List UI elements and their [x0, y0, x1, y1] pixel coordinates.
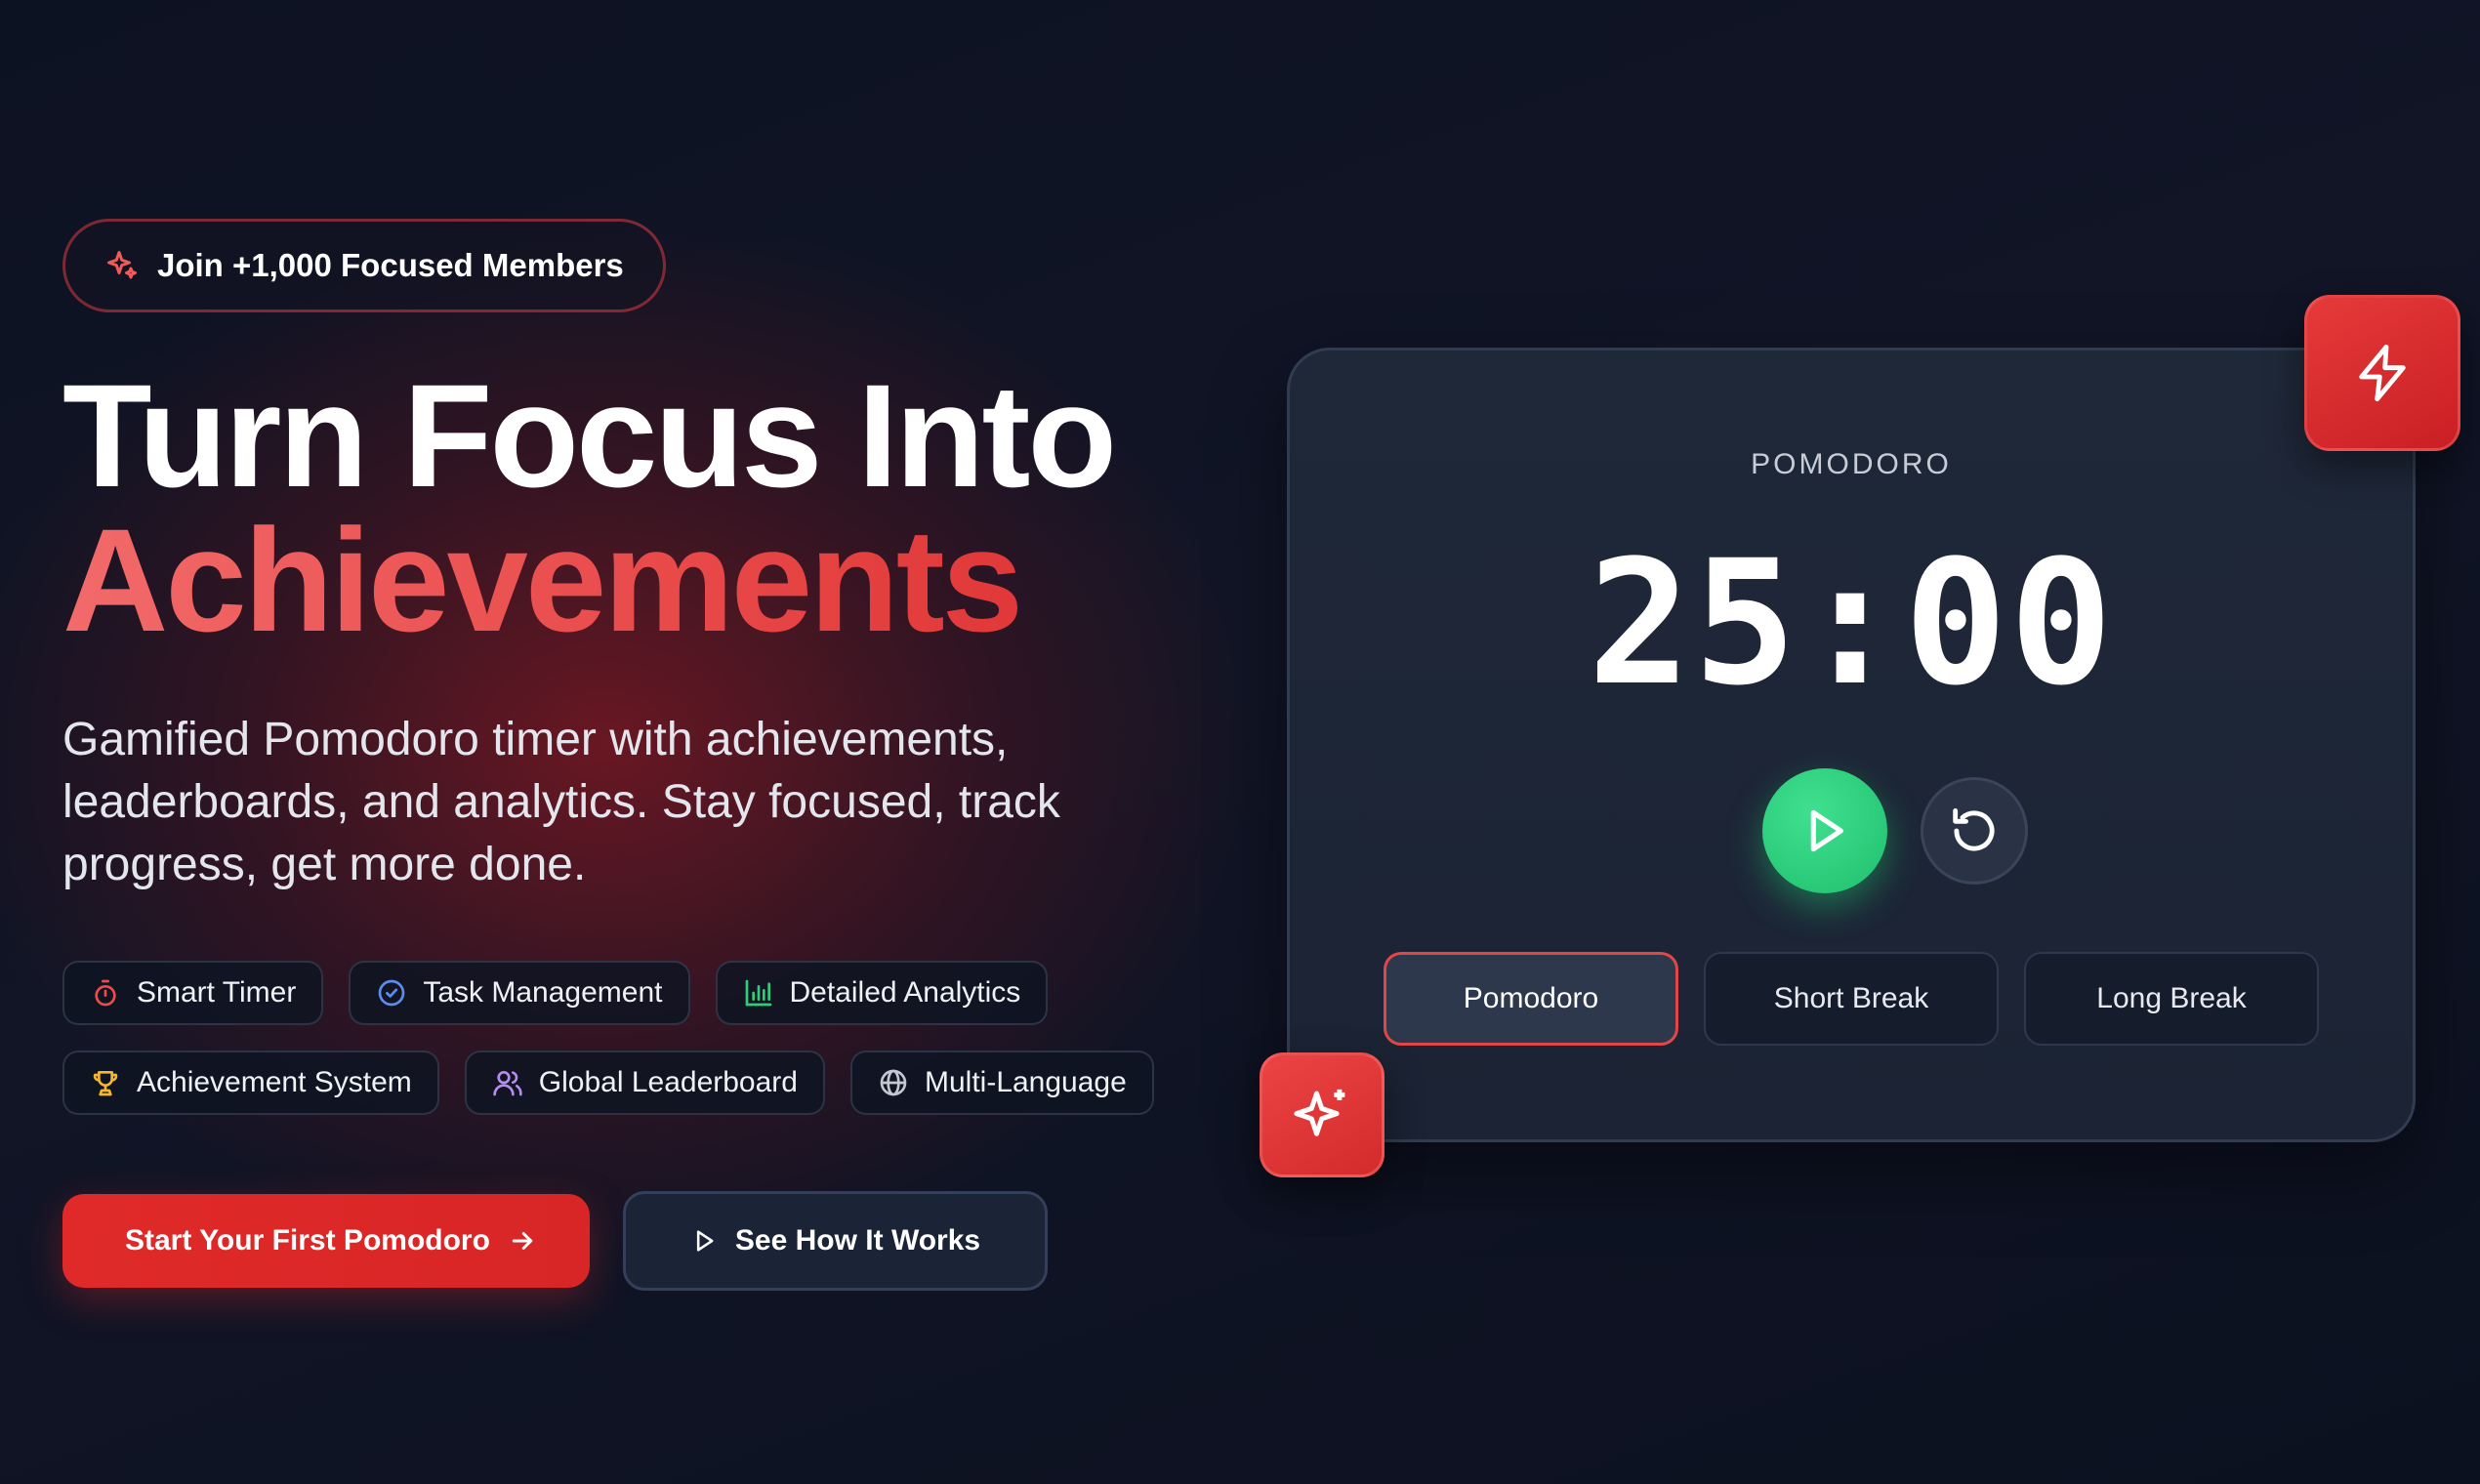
members-badge-label: Join +1,000 Focused Members	[157, 247, 624, 283]
feature-chip-multi-language: Multi-Language	[849, 1051, 1154, 1115]
timer-icon	[95, 979, 116, 1007]
mode-tab-short-break[interactable]: Short Break	[1704, 952, 1999, 1046]
feature-chip-label: Global Leaderboard	[538, 1066, 798, 1098]
headline-line-2: Achievements	[62, 507, 1215, 653]
feature-chip-task-management: Task Management	[349, 961, 690, 1025]
lightning-icon	[2359, 344, 2406, 402]
mode-tab-pomodoro[interactable]: Pomodoro	[1384, 952, 1678, 1046]
cta-group: Start Your First Pomodoro See How It Wor…	[62, 1191, 1215, 1291]
globe-icon	[880, 1069, 907, 1096]
feature-chips: Smart Timer Task Management Detailed Ana…	[62, 961, 1234, 1115]
users-icon	[493, 1071, 522, 1096]
hero-subtitle: Gamified Pomodoro timer with achievement…	[62, 714, 1060, 890]
feature-chip-label: Achievement System	[137, 1066, 412, 1098]
feature-chip-smart-timer: Smart Timer	[62, 961, 324, 1025]
start-pomodoro-button[interactable]: Start Your First Pomodoro	[62, 1194, 590, 1288]
arrow-right-icon	[512, 1232, 533, 1250]
reset-timer-button[interactable]	[1921, 777, 2028, 885]
headline-line-1: Turn Focus Into	[62, 353, 1117, 517]
headline: Turn Focus Into Achievements	[62, 353, 1215, 653]
start-pomodoro-label: Start Your First Pomodoro	[125, 1224, 490, 1257]
hero-section: Join +1,000 Focused Members Turn Focus I…	[62, 219, 1215, 1291]
bar-chart-icon	[745, 979, 771, 1007]
feature-chip-global-leaderboard: Global Leaderboard	[464, 1051, 825, 1115]
play-icon	[1810, 809, 1843, 852]
see-how-it-works-label: See How It Works	[734, 1224, 981, 1257]
play-outline-icon	[696, 1230, 714, 1252]
feature-chip-achievement-system: Achievement System	[62, 1051, 439, 1115]
mode-tab-long-break[interactable]: Long Break	[2024, 952, 2319, 1046]
feature-chip-detailed-analytics: Detailed Analytics	[715, 961, 1049, 1025]
feature-chip-label: Smart Timer	[137, 976, 297, 1009]
timer-mode-tabs: Pomodoro Short Break Long Break	[1384, 952, 2319, 1046]
timer-mode-label: POMODORO	[1751, 448, 1952, 480]
check-circle-icon	[379, 979, 405, 1007]
lightning-badge	[2304, 295, 2460, 451]
sparkle-badge	[1260, 1052, 1385, 1177]
members-badge: Join +1,000 Focused Members	[62, 219, 666, 312]
feature-chip-label: Detailed Analytics	[789, 976, 1021, 1009]
timer-controls	[1290, 768, 2413, 893]
see-how-it-works-button[interactable]: See How It Works	[622, 1191, 1049, 1291]
sparkles-icon	[1294, 1089, 1345, 1136]
feature-chip-label: Task Management	[423, 976, 663, 1009]
timer-card: POMODORO 25:00 Pomodoro Short Break Long…	[1287, 348, 2416, 1142]
feature-chip-label: Multi-Language	[924, 1066, 1127, 1098]
sparkles-icon	[107, 251, 137, 279]
trophy-icon	[93, 1071, 118, 1096]
reset-icon	[1953, 808, 1995, 851]
timer-countdown: 25:00	[1588, 523, 2115, 723]
start-timer-button[interactable]	[1762, 768, 1887, 893]
